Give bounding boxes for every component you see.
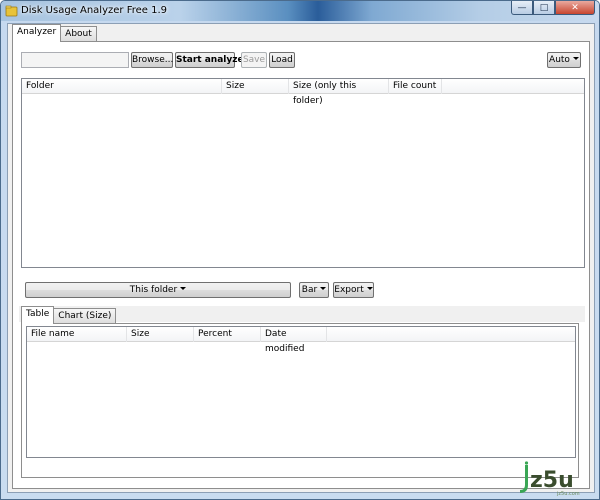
watermark-text: z5u xyxy=(530,468,574,493)
bar-dropdown[interactable]: Bar xyxy=(299,282,329,298)
caret-down-icon xyxy=(366,287,373,290)
folder-table-header: Folder Size Size (only this folder) File… xyxy=(22,79,584,106)
client-area: Analyzer About Browse... Start analyze S… xyxy=(7,23,595,493)
tab-chart-size[interactable]: Chart (Size) xyxy=(53,308,117,324)
col-folder[interactable]: Folder xyxy=(22,79,222,94)
col-file-name[interactable]: File name xyxy=(27,327,127,342)
bar-label: Bar xyxy=(301,285,318,295)
bottom-tabstrip: Table Chart (Size) xyxy=(21,306,117,324)
close-icon: ✕ xyxy=(571,2,579,13)
tab-table[interactable]: Table xyxy=(21,306,55,324)
path-input[interactable] xyxy=(21,52,129,68)
export-label: Export xyxy=(334,285,364,295)
caret-down-icon xyxy=(320,287,327,290)
table-panel: File name Size Percent Date modified xyxy=(21,323,579,478)
app-icon xyxy=(5,5,18,17)
load-button[interactable]: Load xyxy=(269,52,295,68)
save-button[interactable]: Save xyxy=(241,52,267,68)
caret-down-icon xyxy=(572,57,579,60)
file-table[interactable]: File name Size Percent Date modified xyxy=(26,326,576,458)
tab-analyzer[interactable]: Analyzer xyxy=(12,24,62,42)
caret-down-icon xyxy=(180,287,187,290)
col-size[interactable]: Size xyxy=(222,79,289,94)
window-controls: — □ ✕ xyxy=(511,1,595,15)
tab-about[interactable]: About xyxy=(60,26,97,42)
col-date-modified[interactable]: Date modified xyxy=(261,327,327,354)
col-file-size[interactable]: Size xyxy=(127,327,194,342)
window-title: Disk Usage Analyzer Free 1.9 xyxy=(21,5,167,16)
minimize-icon: — xyxy=(517,2,527,13)
file-table-header: File name Size Percent Date modified xyxy=(27,327,575,354)
export-dropdown[interactable]: Export xyxy=(333,282,374,298)
this-folder-label: This folder xyxy=(129,285,178,295)
auto-label: Auto xyxy=(549,55,570,65)
folder-table[interactable]: Folder Size Size (only this folder) File… xyxy=(21,78,585,268)
browse-button[interactable]: Browse... xyxy=(131,52,173,68)
watermark-logo: z5u jz5u.com xyxy=(520,461,580,497)
auto-dropdown[interactable]: Auto xyxy=(547,52,581,68)
title-bar[interactable]: Disk Usage Analyzer Free 1.9 — □ ✕ xyxy=(1,1,599,21)
col-size-only-this-folder[interactable]: Size (only this folder) xyxy=(289,79,389,106)
maximize-button[interactable]: □ xyxy=(533,1,555,15)
start-analyze-button[interactable]: Start analyze xyxy=(175,52,244,68)
main-tabstrip: Analyzer About xyxy=(12,24,97,42)
app-window: Disk Usage Analyzer Free 1.9 — □ ✕ Analy… xyxy=(0,0,600,500)
watermark-subtext: jz5u.com xyxy=(556,491,580,497)
minimize-button[interactable]: — xyxy=(511,1,533,15)
col-percent[interactable]: Percent xyxy=(194,327,261,342)
this-folder-dropdown[interactable]: This folder xyxy=(25,282,291,298)
maximize-icon: □ xyxy=(539,2,549,13)
analyzer-panel: Browse... Start analyze Save Load Auto F… xyxy=(12,41,590,489)
col-file-count[interactable]: File count xyxy=(389,79,442,94)
close-button[interactable]: ✕ xyxy=(555,1,595,15)
